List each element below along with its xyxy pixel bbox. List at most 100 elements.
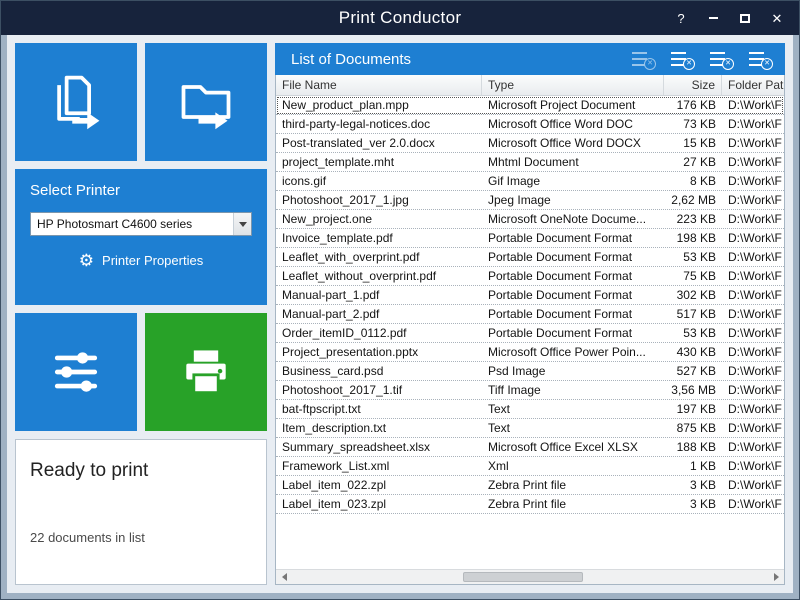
table-row[interactable]: Photoshoot_2017_1.tifTiff Image3,56 MBD:… xyxy=(276,381,784,400)
cell-folder-path: D:\Work\F xyxy=(722,364,784,378)
table-row[interactable]: Leaflet_with_overprint.pdfPortable Docum… xyxy=(276,248,784,267)
settings-tile[interactable] xyxy=(15,313,137,431)
title-bar: Print Conductor ? ✕ xyxy=(1,1,799,35)
cell-file-name: New_project.one xyxy=(276,212,482,226)
cell-size: 223 KB xyxy=(664,212,722,226)
cell-type: Portable Document Format xyxy=(482,250,664,264)
cell-file-name: project_template.mht xyxy=(276,155,482,169)
print-conductor-window: Print Conductor ? ✕ xyxy=(0,0,800,600)
remove-failed-icon[interactable] xyxy=(710,50,734,68)
cell-type: Zebra Print file xyxy=(482,497,664,511)
cell-folder-path: D:\Work\F xyxy=(722,421,784,435)
cell-folder-path: D:\Work\F xyxy=(722,402,784,416)
table-row[interactable]: New_project.oneMicrosoft OneNote Docume.… xyxy=(276,210,784,229)
cell-file-name: Label_item_023.zpl xyxy=(276,497,482,511)
add-folder-tile[interactable] xyxy=(145,43,267,161)
column-header-size[interactable]: Size xyxy=(664,75,722,95)
scrollbar-thumb[interactable] xyxy=(463,572,583,582)
cell-size: 302 KB xyxy=(664,288,722,302)
table-row[interactable]: Order_itemID_0112.pdfPortable Document F… xyxy=(276,324,784,343)
minimize-button[interactable] xyxy=(707,17,719,19)
table-row[interactable]: Framework_List.xmlXml1 KBD:\Work\F xyxy=(276,457,784,476)
scroll-right-arrow-icon[interactable] xyxy=(768,570,784,584)
table-row[interactable]: Project_presentation.pptxMicrosoft Offic… xyxy=(276,343,784,362)
sidebar: Select Printer HP Photosmart C4600 serie… xyxy=(15,43,267,585)
table-row[interactable]: bat-ftpscript.txtText197 KBD:\Work\F xyxy=(276,400,784,419)
scroll-left-arrow-icon[interactable] xyxy=(276,570,292,584)
table-row[interactable]: Label_item_023.zplZebra Print file3 KBD:… xyxy=(276,495,784,514)
column-header-folder-path[interactable]: Folder Pat xyxy=(722,75,784,95)
cell-type: Portable Document Format xyxy=(482,326,664,340)
printer-icon xyxy=(176,342,236,402)
cell-folder-path: D:\Work\F xyxy=(722,212,784,226)
list-toolbar xyxy=(632,50,773,68)
cell-size: 517 KB xyxy=(664,307,722,321)
cell-folder-path: D:\Work\F xyxy=(722,307,784,321)
cell-file-name: Order_itemID_0112.pdf xyxy=(276,326,482,340)
table-row[interactable]: Leaflet_without_overprint.pdfPortable Do… xyxy=(276,267,784,286)
table-row[interactable]: third-party-legal-notices.docMicrosoft O… xyxy=(276,115,784,134)
table-row[interactable]: Business_card.psdPsd Image527 KBD:\Work\… xyxy=(276,362,784,381)
table-row[interactable]: Summary_spreadsheet.xlsxMicrosoft Office… xyxy=(276,438,784,457)
cell-file-name: Photoshoot_2017_1.jpg xyxy=(276,193,482,207)
table-row[interactable]: Item_description.txtText875 KBD:\Work\F xyxy=(276,419,784,438)
cell-file-name: Item_description.txt xyxy=(276,421,482,435)
table-row[interactable]: Post-translated_ver 2.0.docxMicrosoft Of… xyxy=(276,134,784,153)
cell-size: 197 KB xyxy=(664,402,722,416)
printer-properties-button[interactable]: ⚙ Printer Properties xyxy=(30,252,252,269)
table-row[interactable]: project_template.mhtMhtml Document27 KBD… xyxy=(276,153,784,172)
maximize-button[interactable] xyxy=(739,14,751,23)
cell-type: Mhtml Document xyxy=(482,155,664,169)
document-list-section: List of Documents xyxy=(275,43,785,585)
clear-list-icon[interactable] xyxy=(632,50,656,68)
cell-size: 188 KB xyxy=(664,440,722,454)
cell-folder-path: D:\Work\F xyxy=(722,440,784,454)
cell-folder-path: D:\Work\F xyxy=(722,326,784,340)
cell-size: 75 KB xyxy=(664,269,722,283)
add-documents-tile[interactable] xyxy=(15,43,137,161)
printer-select[interactable]: HP Photosmart C4600 series xyxy=(30,212,252,236)
cell-folder-path: D:\Work\F xyxy=(722,136,784,150)
cell-size: 3 KB xyxy=(664,478,722,492)
cell-type: Microsoft Office Word DOCX xyxy=(482,136,664,150)
cell-type: Text xyxy=(482,421,664,435)
maximize-icon xyxy=(740,14,750,23)
table-row[interactable]: Invoice_template.pdfPortable Document Fo… xyxy=(276,229,784,248)
status-title: Ready to print xyxy=(30,460,252,482)
cell-size: 73 KB xyxy=(664,117,722,131)
cell-size: 53 KB xyxy=(664,250,722,264)
close-button[interactable]: ✕ xyxy=(771,12,783,25)
print-tile[interactable] xyxy=(145,313,267,431)
cell-file-name: Framework_List.xml xyxy=(276,459,482,473)
help-button[interactable]: ? xyxy=(675,12,687,25)
table-row[interactable]: Manual-part_2.pdfPortable Document Forma… xyxy=(276,305,784,324)
cell-folder-path: D:\Work\F xyxy=(722,288,784,302)
table-row[interactable]: New_product_plan.mppMicrosoft Project Do… xyxy=(276,96,784,115)
cell-folder-path: D:\Work\F xyxy=(722,383,784,397)
cell-folder-path: D:\Work\F xyxy=(722,117,784,131)
table-row[interactable]: Label_item_022.zplZebra Print file3 KBD:… xyxy=(276,476,784,495)
table-row[interactable]: icons.gifGif Image8 KBD:\Work\F xyxy=(276,172,784,191)
cell-type: Xml xyxy=(482,459,664,473)
cell-size: 8 KB xyxy=(664,174,722,188)
column-header-file-name[interactable]: File Name xyxy=(276,75,482,95)
cell-size: 198 KB xyxy=(664,231,722,245)
cell-file-name: Photoshoot_2017_1.tif xyxy=(276,383,482,397)
document-table: File Name Type Size Folder Pat New_produ… xyxy=(275,75,785,585)
column-header-type[interactable]: Type xyxy=(482,75,664,95)
cell-size: 176 KB xyxy=(664,98,722,112)
cell-size: 875 KB xyxy=(664,421,722,435)
remove-printed-icon[interactable] xyxy=(749,50,773,68)
cell-folder-path: D:\Work\F xyxy=(722,98,784,112)
cell-type: Microsoft Office Power Poin... xyxy=(482,345,664,359)
scrollbar-track[interactable] xyxy=(292,570,768,584)
cell-folder-path: D:\Work\F xyxy=(722,174,784,188)
cell-file-name: Label_item_022.zpl xyxy=(276,478,482,492)
cell-type: Microsoft OneNote Docume... xyxy=(482,212,664,226)
cell-size: 1 KB xyxy=(664,459,722,473)
table-row[interactable]: Manual-part_1.pdfPortable Document Forma… xyxy=(276,286,784,305)
table-row[interactable]: Photoshoot_2017_1.jpgJpeg Image2,62 MBD:… xyxy=(276,191,784,210)
horizontal-scrollbar[interactable] xyxy=(276,569,784,584)
remove-selected-icon[interactable] xyxy=(671,50,695,68)
top-tiles xyxy=(15,43,267,161)
